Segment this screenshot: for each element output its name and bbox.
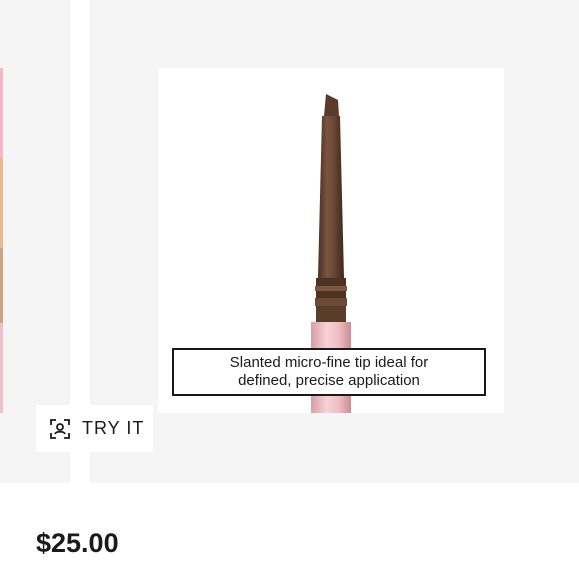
caption-line-2: defined, precise application xyxy=(238,372,420,389)
swatch xyxy=(0,248,3,323)
swatch xyxy=(0,68,3,158)
product-price: $25.00 xyxy=(36,528,119,558)
product-image-gallery: Slanted micro-fine tip ideal for defined… xyxy=(0,0,579,483)
caption-line-1: Slanted micro-fine tip ideal for xyxy=(229,354,429,371)
try-it-label: TRY IT xyxy=(82,418,145,438)
swatch-strip xyxy=(0,68,3,413)
image-caption: Slanted micro-fine tip ideal for defined… xyxy=(172,348,486,396)
product-image: Slanted micro-fine tip ideal for defined… xyxy=(158,68,504,413)
swatch xyxy=(0,323,3,413)
try-it-button[interactable]: TRY IT xyxy=(36,405,153,452)
current-slide[interactable]: Slanted micro-fine tip ideal for defined… xyxy=(90,0,579,483)
swatch xyxy=(0,158,3,248)
face-scan-icon xyxy=(50,418,70,439)
